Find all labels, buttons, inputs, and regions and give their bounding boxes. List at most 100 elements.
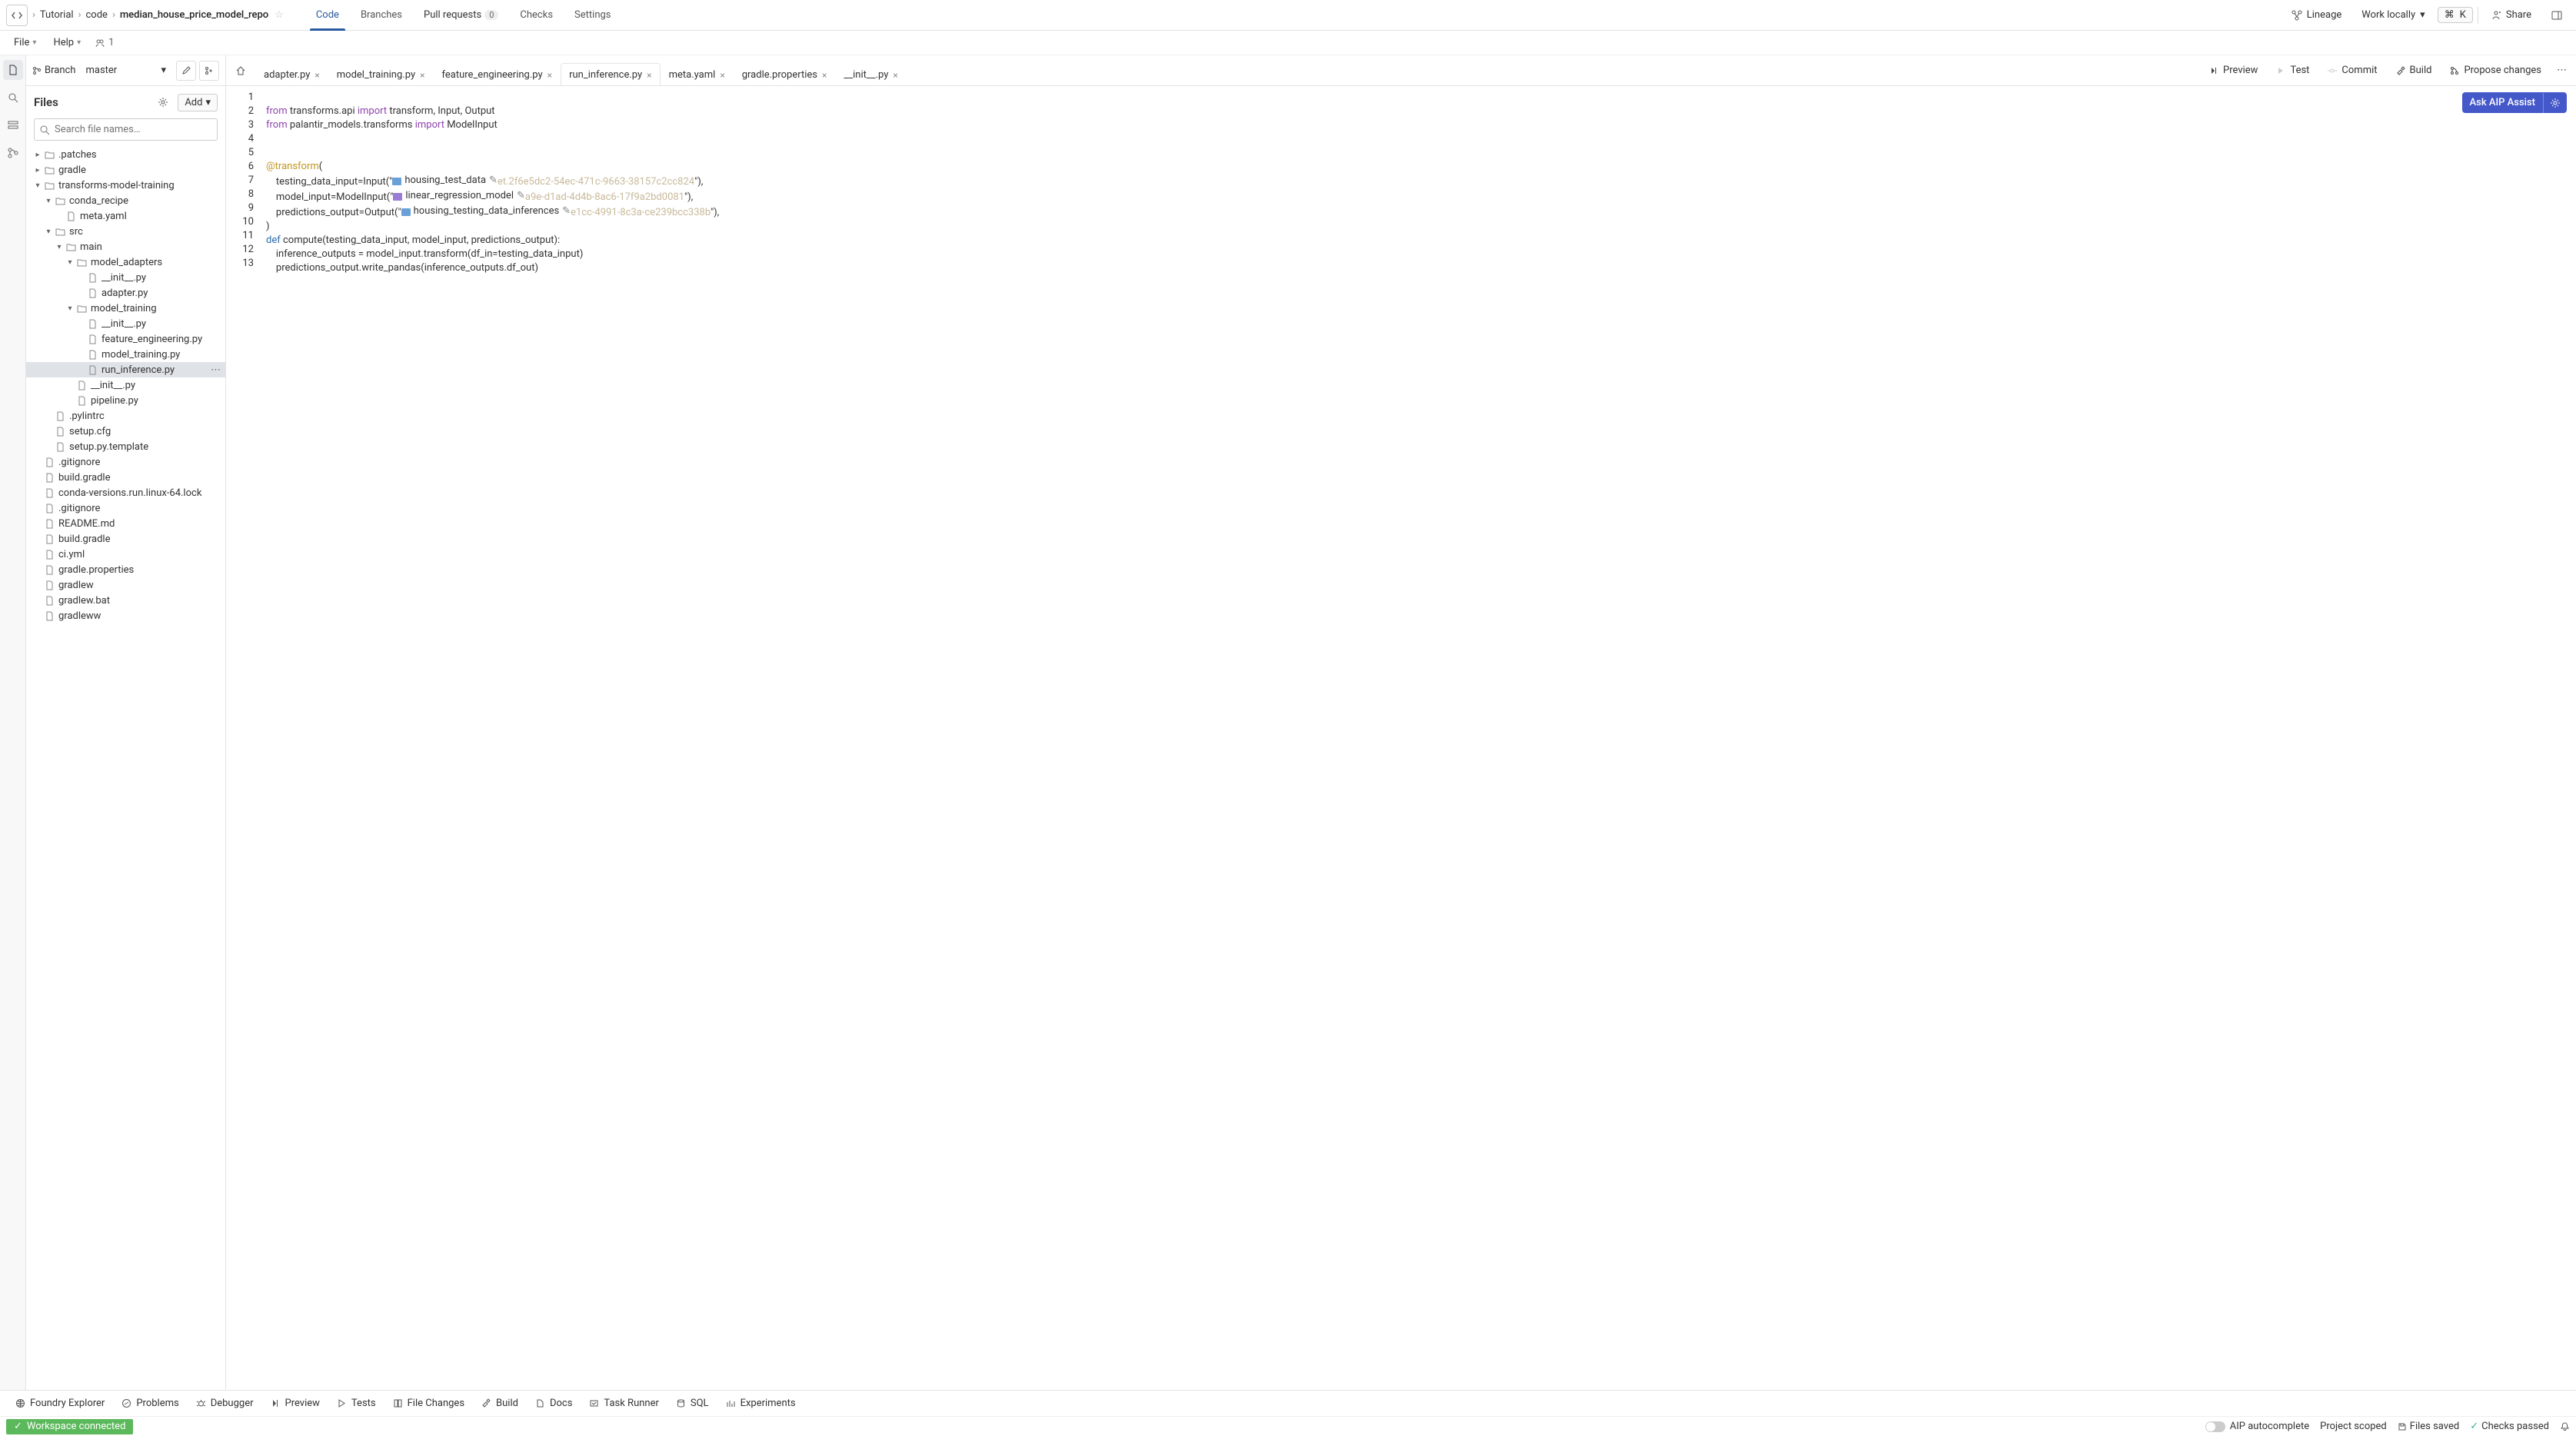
tree-file[interactable]: run_inference.py⋯ [26, 362, 225, 377]
bottom-experiments[interactable]: Experiments [718, 1394, 804, 1412]
commit-button[interactable]: Commit [2320, 61, 2385, 79]
gear-icon[interactable] [2543, 93, 2567, 113]
tree-file[interactable]: pipeline.py [26, 393, 225, 408]
share-button[interactable]: Share [2483, 6, 2539, 24]
bottom-debugger[interactable]: Debugger [188, 1394, 261, 1412]
tree-file[interactable]: conda-versions.run.linux-64.lock [26, 485, 225, 500]
edit-branch-button[interactable] [176, 61, 196, 81]
tree-folder[interactable]: ▾conda_recipe [26, 193, 225, 208]
bottom-taskrunner[interactable]: Task Runner [581, 1394, 666, 1412]
close-icon[interactable]: × [315, 70, 319, 81]
propose-button[interactable]: Propose changes [2442, 61, 2549, 79]
tree-file[interactable]: .gitignore [26, 454, 225, 470]
editor-tab[interactable]: gradle.properties× [734, 63, 836, 85]
test-button[interactable]: Test [2268, 61, 2317, 79]
tree-file[interactable]: gradle.properties [26, 562, 225, 577]
editor-tab[interactable]: model_training.py× [328, 63, 434, 85]
code-editor[interactable]: 12345678910111213 from transforms.api im… [226, 86, 2576, 1390]
tab-branches[interactable]: Branches [350, 0, 413, 30]
bottom-filechanges[interactable]: File Changes [385, 1394, 472, 1412]
aip-assist-button[interactable]: Ask AIP Assist [2462, 92, 2567, 113]
aip-autocomplete-toggle[interactable]: AIP autocomplete [2205, 1421, 2309, 1432]
star-icon[interactable]: ☆ [275, 9, 284, 21]
tree-file[interactable]: README.md [26, 516, 225, 531]
pencil-icon[interactable]: ✎ [489, 174, 498, 188]
preview-button[interactable]: Preview [2202, 61, 2265, 79]
build-button[interactable]: Build [2388, 61, 2440, 79]
tree-file[interactable]: setup.cfg [26, 424, 225, 439]
editor-tab[interactable]: feature_engineering.py× [434, 63, 561, 85]
search-input[interactable] [34, 118, 218, 141]
rail-git[interactable] [3, 143, 23, 163]
tree-file[interactable]: gradleww [26, 608, 225, 623]
tree-folder[interactable]: ▸.patches [26, 147, 225, 162]
new-branch-button[interactable] [199, 61, 219, 81]
tree-folder[interactable]: ▾main [26, 239, 225, 254]
tree-file[interactable]: model_training.py [26, 347, 225, 362]
tree-file[interactable]: feature_engineering.py [26, 331, 225, 347]
bottom-build[interactable]: Build [474, 1394, 526, 1412]
tree-file[interactable]: gradlew.bat [26, 593, 225, 608]
cmd-k-shortcut[interactable]: ⌘ K [2438, 7, 2473, 23]
close-icon[interactable]: × [647, 70, 651, 81]
bottom-sql[interactable]: SQL [668, 1394, 717, 1412]
tab-settings[interactable]: Settings [564, 0, 621, 30]
add-button[interactable]: Add▾ [178, 94, 218, 111]
tab-code[interactable]: Code [305, 0, 350, 30]
tree-folder[interactable]: ▾model_adapters [26, 254, 225, 270]
bottom-preview[interactable]: Preview [263, 1394, 328, 1412]
model-chip[interactable]: linear_regression_model ✎ [393, 189, 525, 203]
tree-file[interactable]: meta.yaml [26, 208, 225, 224]
tree-file[interactable]: __init__.py [26, 270, 225, 285]
bottom-tests[interactable]: Tests [329, 1394, 384, 1412]
menu-help[interactable]: Help▾ [47, 35, 87, 50]
rail-files[interactable] [3, 60, 23, 80]
editor-tab[interactable]: __init__.py× [835, 63, 906, 85]
branch-select[interactable]: master ▾ [80, 62, 171, 78]
tree-file[interactable]: gradlew [26, 577, 225, 593]
bottom-docs[interactable]: Docs [528, 1394, 580, 1412]
tree-file[interactable]: build.gradle [26, 531, 225, 547]
tree-file[interactable]: setup.py.template [26, 439, 225, 454]
tree-folder[interactable]: ▸gradle [26, 162, 225, 178]
home-button[interactable] [231, 61, 251, 81]
app-icon[interactable] [6, 5, 28, 26]
tab-pulls[interactable]: Pull requests 0 [413, 0, 509, 30]
tree-folder[interactable]: ▾transforms-model-training [26, 178, 225, 193]
bottom-problems[interactable]: Problems [114, 1394, 186, 1412]
tree-file[interactable]: .gitignore [26, 500, 225, 516]
close-icon[interactable]: × [420, 70, 424, 81]
tree-file[interactable]: __init__.py [26, 316, 225, 331]
pencil-icon[interactable]: ✎ [517, 189, 525, 203]
dataset-chip[interactable]: housing_test_data ✎ [392, 174, 498, 188]
bottom-explorer[interactable]: Foundry Explorer [8, 1394, 112, 1412]
tree-file[interactable]: __init__.py [26, 377, 225, 393]
close-icon[interactable]: × [893, 70, 897, 81]
pencil-icon[interactable]: ✎ [562, 204, 571, 218]
lineage-button[interactable]: Lineage [2284, 6, 2350, 24]
editor-tab[interactable]: adapter.py× [255, 63, 328, 85]
tree-file[interactable]: .pylintrc [26, 408, 225, 424]
close-icon[interactable]: × [720, 70, 724, 81]
close-icon[interactable]: × [547, 70, 552, 81]
editor-tab[interactable]: run_inference.py× [561, 63, 661, 85]
tree-file[interactable]: ci.yml [26, 547, 225, 562]
tab-checks[interactable]: Checks [509, 0, 564, 30]
dataset-chip[interactable]: housing_testing_data_inferences ✎ [401, 204, 571, 218]
close-icon[interactable]: × [822, 70, 827, 81]
work-locally-button[interactable]: Work locally ▾ [2354, 6, 2432, 24]
tree-file[interactable]: build.gradle [26, 470, 225, 485]
menu-file[interactable]: File▾ [8, 35, 42, 50]
rail-dataset[interactable] [3, 115, 23, 135]
tree-folder[interactable]: ▾src [26, 224, 225, 239]
more-button[interactable]: ⋯ [2552, 61, 2571, 79]
rail-search[interactable] [3, 88, 23, 108]
workspace-status[interactable]: ✓ Workspace connected [6, 1419, 133, 1434]
panel-toggle-button[interactable] [2544, 7, 2570, 24]
project-scope[interactable]: Project scoped [2320, 1421, 2387, 1432]
more-icon[interactable]: ⋯ [211, 364, 221, 376]
files-settings-button[interactable] [153, 92, 173, 112]
notifications-icon[interactable] [2560, 1421, 2570, 1431]
tree-folder[interactable]: ▾model_training [26, 301, 225, 316]
tree-file[interactable]: adapter.py [26, 285, 225, 301]
